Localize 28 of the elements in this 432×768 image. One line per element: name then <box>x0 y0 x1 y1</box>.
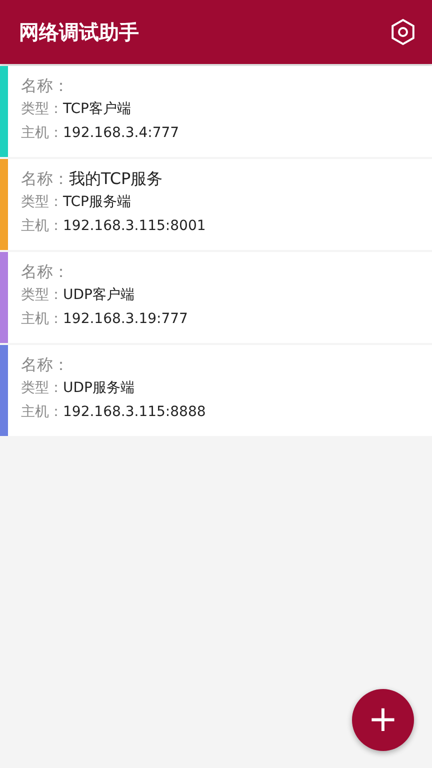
host-address: 192.168.3.115:8001 <box>63 218 206 234</box>
field-label: 主机： <box>21 403 63 421</box>
host-address: 192.168.3.19:777 <box>63 311 188 327</box>
host-address: 192.168.3.115:8888 <box>63 404 206 420</box>
field-label: 主机： <box>21 217 63 235</box>
connection-type: TCP客户端 <box>63 100 131 118</box>
field-label: 主机： <box>21 124 63 142</box>
field-label: 类型： <box>21 379 63 397</box>
field-label: 名称： <box>21 169 69 190</box>
field-label: 类型： <box>21 286 63 304</box>
field-label: 名称： <box>21 262 69 283</box>
field-label: 类型： <box>21 193 63 211</box>
settings-icon[interactable] <box>389 18 417 46</box>
field-label: 名称： <box>21 76 69 97</box>
connection-card[interactable]: 名称： 类型：UDP服务端 主机：192.168.3.115:8888 <box>0 345 432 436</box>
connection-card[interactable]: 名称：我的TCP服务 类型：TCP服务端 主机：192.168.3.115:8001 <box>0 159 432 250</box>
field-label: 类型： <box>21 100 63 118</box>
app-title: 网络调试助手 <box>19 18 139 46</box>
connection-type: UDP客户端 <box>63 286 134 304</box>
field-label: 主机： <box>21 310 63 328</box>
connection-type: TCP服务端 <box>63 193 131 211</box>
connection-card[interactable]: 名称： 类型：UDP客户端 主机：192.168.3.19:777 <box>0 252 432 343</box>
field-label: 名称： <box>21 355 69 376</box>
connection-name: 我的TCP服务 <box>69 169 163 190</box>
host-address: 192.168.3.4:777 <box>63 125 180 141</box>
connection-type: UDP服务端 <box>63 379 134 397</box>
connection-card[interactable]: 名称： 类型：TCP客户端 主机：192.168.3.4:777 <box>0 66 432 157</box>
add-button[interactable]: + <box>352 689 414 751</box>
